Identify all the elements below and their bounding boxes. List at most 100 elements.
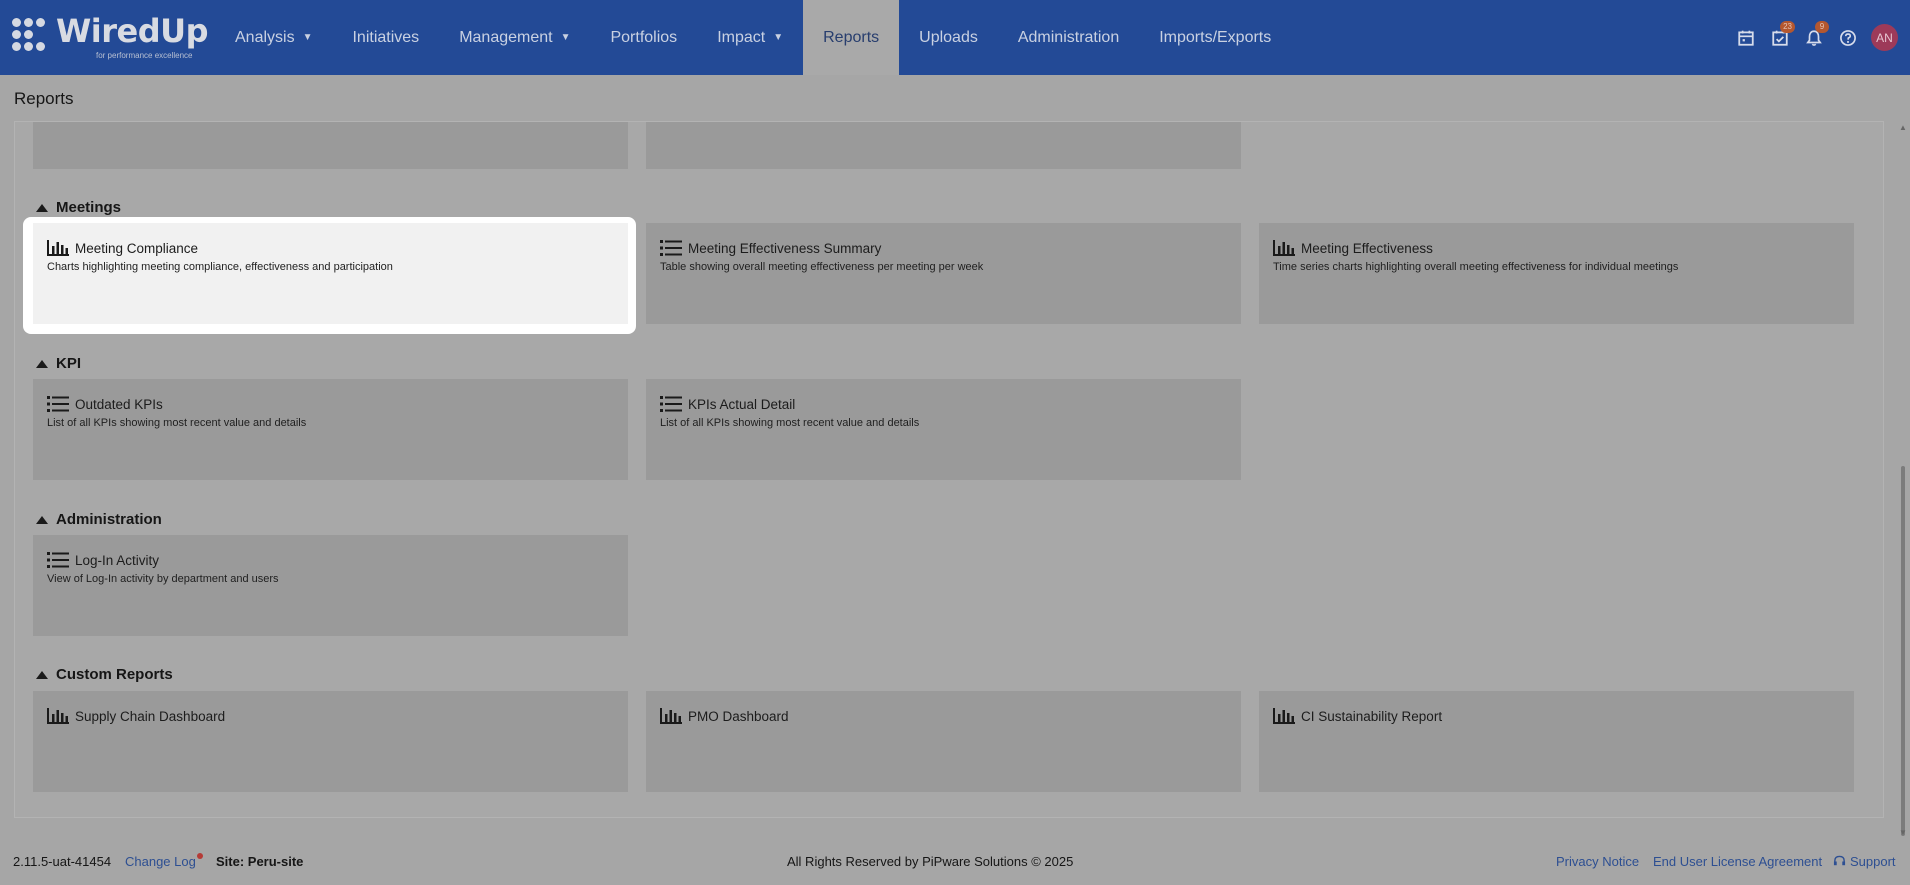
bar-chart-icon [47, 240, 69, 256]
logo-tagline: for performance excellence [96, 51, 193, 60]
page-scrollbar[interactable]: ▲ ▼ [1897, 121, 1910, 839]
list-icon [660, 240, 682, 256]
nav-management-label: Management [459, 28, 553, 46]
calendar-icon [1738, 30, 1754, 46]
list-icon [47, 552, 69, 568]
privacy-notice-link[interactable]: Privacy Notice [1556, 854, 1639, 869]
card-header: Meeting Effectiveness [1273, 239, 1433, 257]
collapse-triangle-icon [36, 203, 48, 212]
section-heading-text: Custom Reports [56, 666, 173, 683]
card-header: PMO Dashboard [660, 707, 789, 725]
nav-reports-label: Reports [823, 28, 880, 46]
section-heading-text: Administration [56, 511, 162, 528]
card-title: Supply Chain Dashboard [75, 708, 226, 724]
card-header: Supply Chain Dashboard [47, 707, 225, 725]
bar-chart-icon [47, 708, 69, 724]
nav-management[interactable]: Management ▼ [439, 0, 590, 75]
chevron-down-icon: ▼ [773, 32, 784, 43]
help-button[interactable] [1831, 21, 1865, 55]
report-card-log-in-activity[interactable]: Log-In Activity View of Log-In activity … [33, 535, 628, 636]
nav-analysis-label: Analysis [235, 28, 295, 46]
notifications-button[interactable]: 9 [1797, 20, 1831, 55]
top-navigation-bar: WiredUp for performance excellence Analy… [0, 0, 1910, 75]
card-header: Outdated KPIs [47, 395, 163, 413]
nav-portfolios[interactable]: Portfolios [590, 0, 697, 75]
section-header-meetings[interactable]: Meetings [33, 199, 121, 216]
support-icon [1833, 855, 1846, 866]
scroll-thumb[interactable] [1901, 466, 1905, 836]
header-tools: 23 9 AN [1729, 0, 1910, 75]
list-icon [47, 396, 69, 412]
section-header-administration[interactable]: Administration [33, 511, 162, 528]
tasks-button[interactable]: 23 [1763, 20, 1797, 55]
nav-administration-label: Administration [1017, 28, 1120, 46]
nav-reports[interactable]: Reports [803, 0, 900, 75]
calendar-button[interactable] [1729, 21, 1763, 55]
copyright-text: All Rights Reserved by PiPware Solutions… [787, 854, 1074, 869]
card-description: Charts highlighting meeting compliance, … [47, 261, 393, 273]
report-card-ci-sustainability-report[interactable]: CI Sustainability Report [1259, 691, 1854, 792]
section-header-custom-reports[interactable]: Custom Reports [33, 666, 173, 683]
report-card-pmo-dashboard[interactable]: PMO Dashboard [646, 691, 1241, 792]
nav-uploads[interactable]: Uploads [899, 0, 998, 75]
report-card-supply-chain-dashboard[interactable]: Supply Chain Dashboard [33, 691, 628, 792]
collapse-triangle-icon [36, 515, 48, 524]
site-label: Site: Peru-site [216, 854, 304, 869]
report-card-partial[interactable] [646, 122, 1241, 169]
bar-chart-icon [1273, 708, 1295, 724]
nav-initiatives-label: Initiatives [352, 28, 420, 46]
report-card-meeting-compliance[interactable]: Meeting Compliance Charts highlighting m… [33, 223, 628, 324]
highlight-frame: Meeting Compliance Charts highlighting m… [23, 217, 636, 334]
card-title: Meeting Effectiveness Summary [688, 240, 882, 256]
nav-uploads-label: Uploads [919, 28, 978, 46]
bar-chart-icon [1273, 240, 1295, 256]
page-title: Reports [14, 89, 74, 108]
card-title: Log-In Activity [75, 552, 160, 568]
change-log-indicator-dot [197, 853, 203, 859]
bar-chart-icon [660, 708, 682, 724]
main-nav: Analysis ▼ Initiatives Management ▼ Portfo… [215, 0, 1291, 75]
help-icon [1840, 29, 1856, 46]
report-card-outdated-kpis[interactable]: Outdated KPIs List of all KPIs showing m… [33, 379, 628, 480]
nav-analysis[interactable]: Analysis ▼ [215, 0, 332, 75]
wiredup-logo[interactable]: WiredUp for performance excellence [12, 12, 209, 62]
collapse-triangle-icon [36, 359, 48, 368]
nav-impact-label: Impact [717, 28, 766, 46]
nav-administration[interactable]: Administration [998, 0, 1139, 75]
card-title: KPIs Actual Detail [688, 396, 796, 412]
support-link[interactable]: Support [1833, 854, 1896, 869]
version-label: 2.11.5-uat-41454 [13, 854, 112, 869]
chevron-down-icon: ▼ [302, 32, 313, 43]
card-header: Meeting Effectiveness Summary [660, 239, 881, 257]
nav-imports-exports-label: Imports/Exports [1159, 28, 1272, 46]
nav-portfolios-label: Portfolios [610, 28, 678, 46]
eula-link[interactable]: End User License Agreement [1653, 854, 1822, 869]
scroll-down-arrow-icon[interactable]: ▼ [1899, 828, 1907, 837]
tasks-count-badge: 23 [1780, 20, 1795, 33]
nav-impact[interactable]: Impact ▼ [697, 0, 803, 75]
report-card-meeting-effectiveness[interactable]: Meeting Effectiveness Time series charts… [1259, 223, 1854, 324]
card-header: CI Sustainability Report [1273, 707, 1442, 725]
card-description: List of all KPIs showing most recent val… [47, 417, 307, 429]
nav-initiatives[interactable]: Initiatives [332, 0, 439, 75]
section-heading-text: KPI [56, 355, 82, 372]
section-header-kpi[interactable]: KPI [33, 355, 81, 372]
logo-text: WiredUp [56, 12, 209, 50]
scroll-up-arrow-icon[interactable]: ▲ [1899, 123, 1907, 132]
support-label: Support [1850, 854, 1896, 869]
card-title: PMO Dashboard [688, 708, 789, 724]
notifications-count-badge: 9 [1815, 20, 1829, 33]
card-title: Meeting Effectiveness [1301, 240, 1433, 256]
change-log-link[interactable]: Change Log [125, 854, 196, 869]
report-card-partial[interactable] [33, 122, 628, 169]
user-avatar[interactable]: AN [1871, 24, 1898, 51]
card-header: KPIs Actual Detail [660, 395, 795, 413]
card-title: Meeting Compliance [75, 240, 199, 256]
footer: 2.11.5-uat-41454 Change Log Site: Peru-s… [0, 838, 1910, 885]
card-title: Outdated KPIs [75, 396, 163, 412]
report-card-kpis-actual-detail[interactable]: KPIs Actual Detail List of all KPIs show… [646, 379, 1241, 480]
card-header: Log-In Activity [47, 551, 159, 569]
report-card-meeting-effectiveness-summary[interactable]: Meeting Effectiveness Summary Table show… [646, 223, 1241, 324]
list-icon [660, 396, 682, 412]
nav-imports-exports[interactable]: Imports/Exports [1139, 0, 1291, 75]
